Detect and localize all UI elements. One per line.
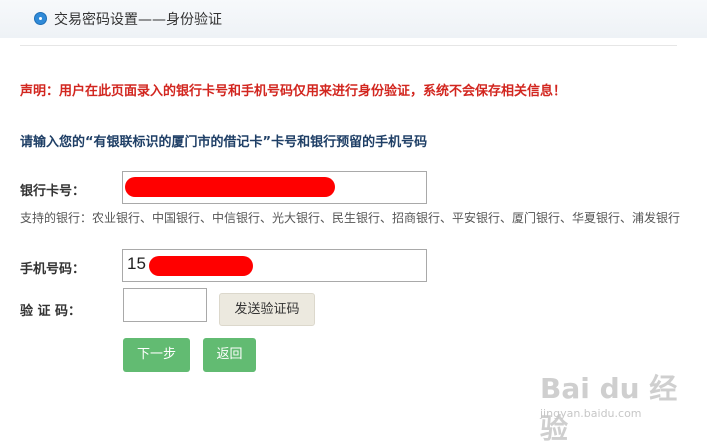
- send-code-button[interactable]: 发送验证码: [219, 293, 315, 326]
- verification-code-label: 验 证 码：: [20, 304, 82, 319]
- instruction-text: 请输入您的“有银联标识的厦门市的借记卡”卡号和银行预留的手机号码: [20, 135, 428, 150]
- next-button[interactable]: 下一步: [123, 338, 190, 372]
- redacted-card-number: [125, 177, 335, 197]
- back-button[interactable]: 返回: [203, 338, 256, 372]
- page-title: 交易密码设置——身份验证: [54, 12, 222, 28]
- phone-number-value: 15: [127, 254, 146, 273]
- verification-code-input[interactable]: [123, 288, 207, 322]
- watermark-sub: jingyan.baidu.com: [540, 407, 642, 420]
- divider: [20, 45, 677, 46]
- bullet-icon: [34, 12, 47, 25]
- phone-number-label: 手机号码：: [20, 262, 86, 277]
- privacy-notice: 声明：用户在此页面录入的银行卡号和手机号码仅用来进行身份验证，系统不会保存相关信…: [20, 84, 567, 99]
- baidu-jingyan-watermark: Bai du 经验 jingyan.baidu.com: [540, 367, 700, 445]
- card-number-label: 银行卡号：: [20, 184, 86, 199]
- supported-banks-text: 支持的银行：农业银行、中国银行、中信银行、光大银行、民生银行、招商银行、平安银行…: [20, 211, 681, 225]
- card-number-input[interactable]: [122, 171, 427, 204]
- redacted-phone-digits: [149, 256, 253, 276]
- phone-number-input[interactable]: 15: [122, 249, 427, 282]
